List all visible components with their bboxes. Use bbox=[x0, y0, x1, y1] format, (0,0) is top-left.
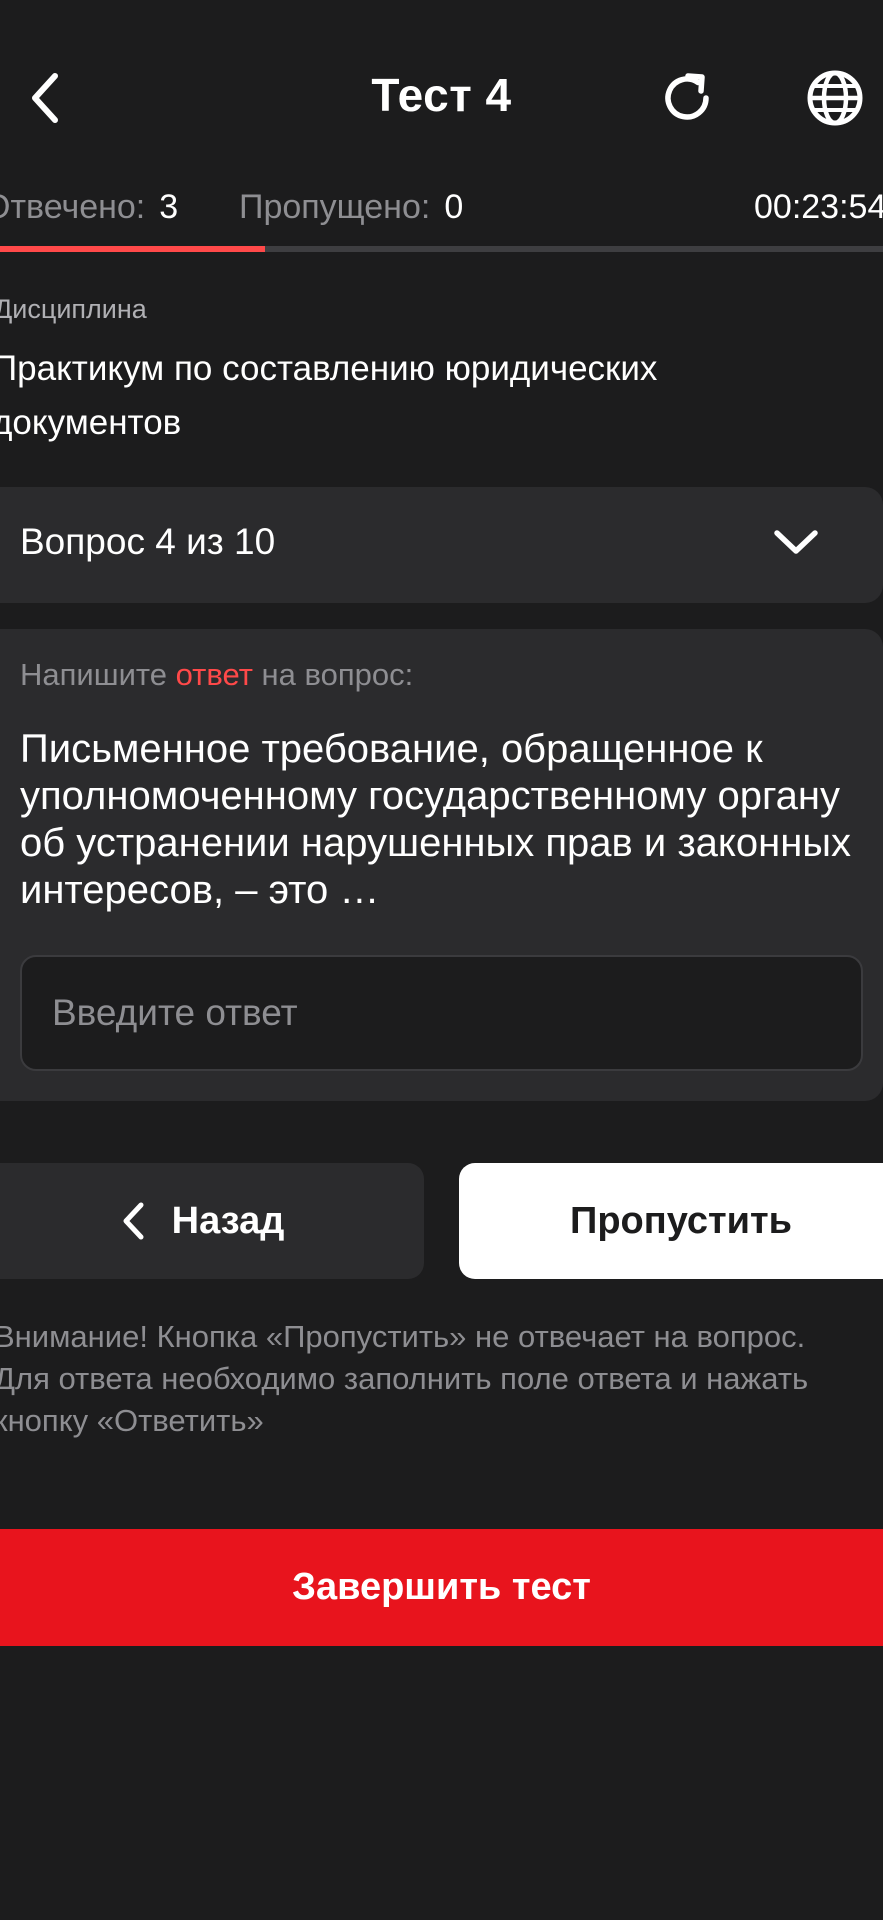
chevron-down-icon bbox=[774, 530, 818, 554]
discipline-label: Дисциплина bbox=[0, 294, 147, 324]
previous-question-label: Назад bbox=[171, 1199, 285, 1242]
discipline-name: Практикум по составлению юридических док… bbox=[0, 349, 658, 442]
reload-button[interactable] bbox=[643, 53, 733, 143]
skip-button[interactable]: Пропустить bbox=[459, 1163, 883, 1279]
progress-fill bbox=[0, 246, 265, 252]
timer: 00:23:54 bbox=[754, 188, 883, 226]
answered-count: 3 bbox=[159, 188, 179, 226]
question-selector[interactable]: Вопрос 4 из 10 bbox=[0, 487, 883, 603]
answered-label: Отвечено: bbox=[0, 188, 146, 226]
question-prompt: Напишите ответ на вопрос: bbox=[20, 657, 413, 693]
finish-test-label: Завершить тест bbox=[292, 1566, 591, 1608]
page-title: Тест 4 bbox=[371, 69, 512, 121]
finish-test-button[interactable]: Завершить тест bbox=[0, 1529, 883, 1646]
answered-counter: Отвечено: 3 bbox=[0, 188, 178, 227]
skip-notice: Внимание! Кнопка «Пропустить» не отвечае… bbox=[0, 1319, 809, 1438]
refresh-icon bbox=[665, 73, 709, 120]
skipped-label: Пропущено: bbox=[239, 188, 431, 226]
question-text: Письменное требование, обращенное к упол… bbox=[20, 727, 852, 912]
language-button[interactable] bbox=[790, 53, 880, 143]
skip-label: Пропустить bbox=[570, 1199, 792, 1242]
skipped-counter: Пропущено: 0 bbox=[239, 188, 463, 227]
chevron-left-icon bbox=[123, 1202, 144, 1240]
answer-input[interactable] bbox=[20, 955, 863, 1071]
question-selector-label: Вопрос 4 из 10 bbox=[20, 521, 276, 562]
progress-bar bbox=[0, 246, 883, 252]
prompt-text-start: Напишите bbox=[20, 657, 176, 692]
prompt-highlight: ответ bbox=[175, 657, 253, 692]
previous-question-button[interactable]: Назад bbox=[0, 1163, 424, 1279]
skipped-count: 0 bbox=[444, 188, 464, 226]
prompt-text-end: на вопрос: bbox=[252, 657, 414, 692]
question-card: Напишите ответ на вопрос: Письменное тре… bbox=[0, 629, 883, 1101]
globe-icon bbox=[807, 70, 863, 126]
